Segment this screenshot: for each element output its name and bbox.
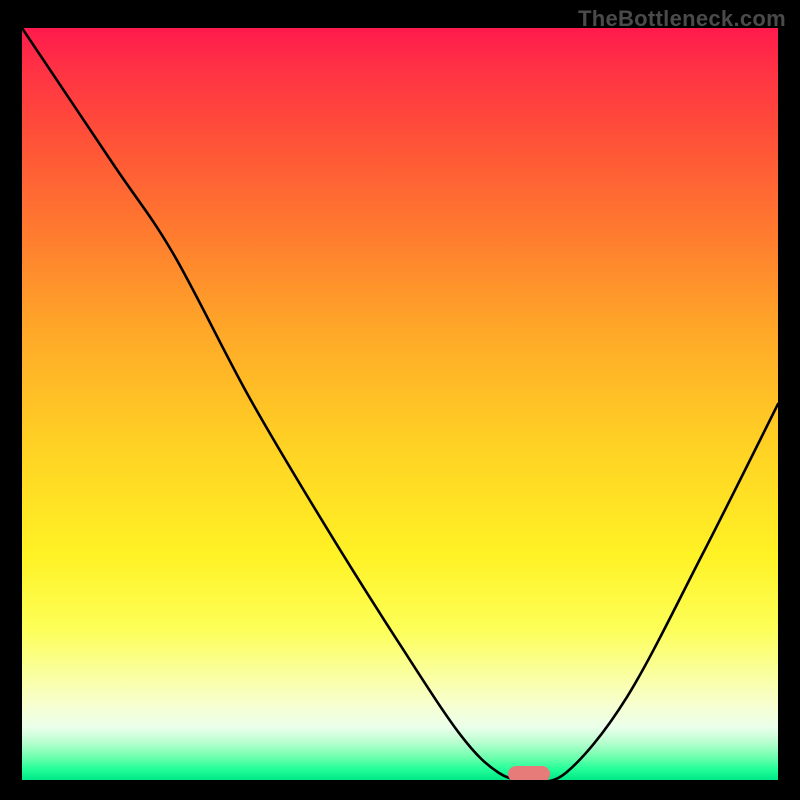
- watermark-text: TheBottleneck.com: [578, 6, 786, 32]
- optimum-marker: [508, 766, 550, 780]
- plot-area: [22, 28, 778, 780]
- curve-path: [22, 28, 778, 780]
- chart-frame: TheBottleneck.com: [0, 0, 800, 800]
- bottleneck-curve: [22, 28, 778, 780]
